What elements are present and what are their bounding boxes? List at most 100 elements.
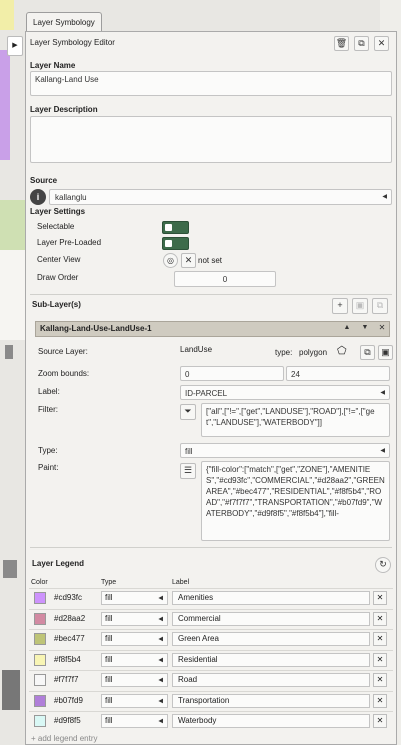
refresh-icon: ↻ [379, 559, 387, 569]
color-swatch[interactable] [34, 612, 46, 625]
sub-layers-label: Sub-Layer(s) [32, 300, 81, 309]
close-icon: ✕ [378, 323, 386, 332]
refresh-legend-button[interactable]: ↻ [375, 557, 391, 573]
color-swatch[interactable] [34, 674, 46, 686]
source-layer-value: LandUse [180, 345, 213, 354]
polygon-icon: ⬠ [337, 345, 347, 357]
paste-sub-layer-button[interactable]: ▣ [352, 298, 368, 314]
paste-source-button[interactable]: ▣ [378, 345, 393, 360]
close-button[interactable]: ✕ [374, 36, 389, 51]
color-swatch[interactable] [34, 715, 46, 727]
legend-type-select[interactable]: fill ◀ [101, 591, 168, 605]
label-field-select[interactable]: ID-PARCEL ◀ [180, 385, 390, 400]
close-icon: ✕ [376, 654, 384, 664]
legend-color-value: #bec477 [54, 634, 85, 643]
move-up-button[interactable]: ▲ [340, 322, 354, 336]
zoom-min-input[interactable]: 0 [180, 366, 284, 381]
tab-layer-symbology[interactable]: Layer Symbology [26, 12, 102, 32]
color-swatch[interactable] [34, 653, 46, 666]
geometry-type-value: polygon [299, 348, 328, 357]
layer-description-input[interactable] [30, 116, 392, 163]
legend-label-input[interactable]: Residential [172, 652, 370, 667]
caret-left-icon: ◀ [380, 389, 385, 396]
info-icon[interactable]: i [30, 189, 46, 205]
legend-label-input[interactable]: Green Area [172, 632, 370, 646]
legend-type-select[interactable]: fill ◀ [101, 673, 168, 687]
remove-legend-row-button[interactable]: ✕ [373, 714, 387, 728]
filter-input[interactable]: ["all",["!=",["get","LANDUSE"],"ROAD"],[… [201, 403, 390, 437]
layer-description-label: Layer Description [30, 105, 98, 114]
legend-row: #bec477 fill ◀ Green Area ✕ [29, 629, 393, 648]
caret-left-icon: ◀ [158, 698, 163, 704]
legend-type-value: fill [105, 634, 113, 643]
center-view-label: Center View [37, 255, 81, 264]
map-parcel [0, 50, 10, 160]
sub-layer-header[interactable]: Kallang-Land-Use-LandUse-1 ▲ ▼ ✕ [35, 321, 390, 337]
type-value: fill [185, 447, 193, 456]
type-select[interactable]: fill ◀ [180, 443, 390, 458]
paint-editor-button[interactable]: ☰ [180, 463, 196, 479]
remove-legend-row-button[interactable]: ✕ [373, 673, 387, 687]
paste-icon: ▣ [355, 300, 365, 310]
legend-type-select[interactable]: fill ◀ [101, 632, 168, 646]
remove-legend-row-button[interactable]: ✕ [373, 632, 387, 646]
add-sub-layer-button[interactable]: + [332, 298, 348, 314]
legend-label-input[interactable]: Waterbody [172, 714, 370, 728]
remove-legend-row-button[interactable]: ✕ [373, 693, 387, 708]
delete-button[interactable]: 🗑 [334, 36, 349, 51]
legend-type-select[interactable]: fill ◀ [101, 611, 168, 626]
caret-left-icon: ◀ [158, 595, 163, 602]
preloaded-toggle[interactable] [162, 237, 189, 250]
draw-order-input[interactable]: 0 [174, 271, 276, 287]
close-icon: ✕ [376, 716, 384, 725]
center-view-value: not set [198, 256, 223, 265]
legend-label-input[interactable]: Road [172, 673, 370, 687]
zoom-max-input[interactable]: 24 [286, 366, 390, 381]
add-legend-entry-link[interactable]: + add legend entry [31, 734, 98, 743]
label-field-value: ID-PARCEL [185, 389, 228, 398]
selectable-toggle[interactable] [162, 221, 189, 234]
set-center-button[interactable]: ◎ [163, 253, 178, 268]
close-icon: ✕ [376, 675, 384, 684]
caret-left-icon: ◀ [380, 447, 385, 454]
draw-order-label: Draw Order [37, 273, 79, 282]
remove-sub-layer-button[interactable]: ✕ [375, 322, 389, 336]
trash-icon: 🗑 [335, 38, 348, 48]
color-swatch[interactable] [34, 694, 46, 707]
tab-bar: Layer Symbology [26, 12, 102, 32]
legend-type-select[interactable]: fill ◀ [101, 652, 168, 667]
caret-left-icon: ◀ [158, 636, 163, 643]
legend-label-input[interactable]: Transportation [172, 693, 370, 708]
clear-center-button[interactable]: ✕ [181, 253, 196, 268]
legend-type-select[interactable]: fill ◀ [101, 693, 168, 708]
layer-symbology-panel: Layer Symbology Editor 🗑 ⧉ ✕ Layer Name … [25, 31, 397, 745]
caret-left-icon: ◀ [158, 616, 163, 622]
remove-legend-row-button[interactable]: ✕ [373, 611, 387, 626]
caret-left-icon: ◀ [158, 677, 163, 684]
legend-label-input[interactable]: Amenities [172, 591, 370, 605]
color-swatch[interactable] [34, 592, 46, 604]
paste-icon: ▣ [381, 347, 390, 357]
legend-label-input[interactable]: Commercial [172, 611, 370, 626]
legend-row: #f7f7f7 fill ◀ Road ✕ [29, 670, 393, 689]
collapse-panel-button[interactable]: ▶ [7, 36, 23, 56]
filter-button[interactable]: ⏷ [180, 404, 196, 420]
map-building [5, 345, 13, 359]
legend-color-value: #d9f8f5 [54, 716, 81, 725]
paint-input[interactable]: {"fill-color":["match",["get","ZONE"],"A… [201, 461, 390, 541]
legend-type-value: fill [105, 654, 113, 664]
zoom-bounds-label: Zoom bounds: [38, 369, 90, 378]
color-swatch[interactable] [34, 633, 46, 645]
copy-button[interactable]: ⧉ [354, 36, 369, 51]
remove-legend-row-button[interactable]: ✕ [373, 591, 387, 605]
layer-name-input[interactable]: Kallang-Land Use [30, 71, 392, 96]
legend-type-select[interactable]: fill ◀ [101, 714, 168, 728]
legend-type-value: fill [105, 613, 113, 623]
remove-legend-row-button[interactable]: ✕ [373, 652, 387, 667]
copy-source-button[interactable]: ⧉ [360, 345, 375, 360]
source-select[interactable]: kallanglu ◀ [49, 189, 392, 205]
move-down-button[interactable]: ▼ [358, 322, 372, 336]
copy-sub-layer-button[interactable]: ⧉ [372, 298, 388, 314]
layer-settings-label: Layer Settings [30, 207, 86, 216]
map-road [0, 250, 25, 340]
